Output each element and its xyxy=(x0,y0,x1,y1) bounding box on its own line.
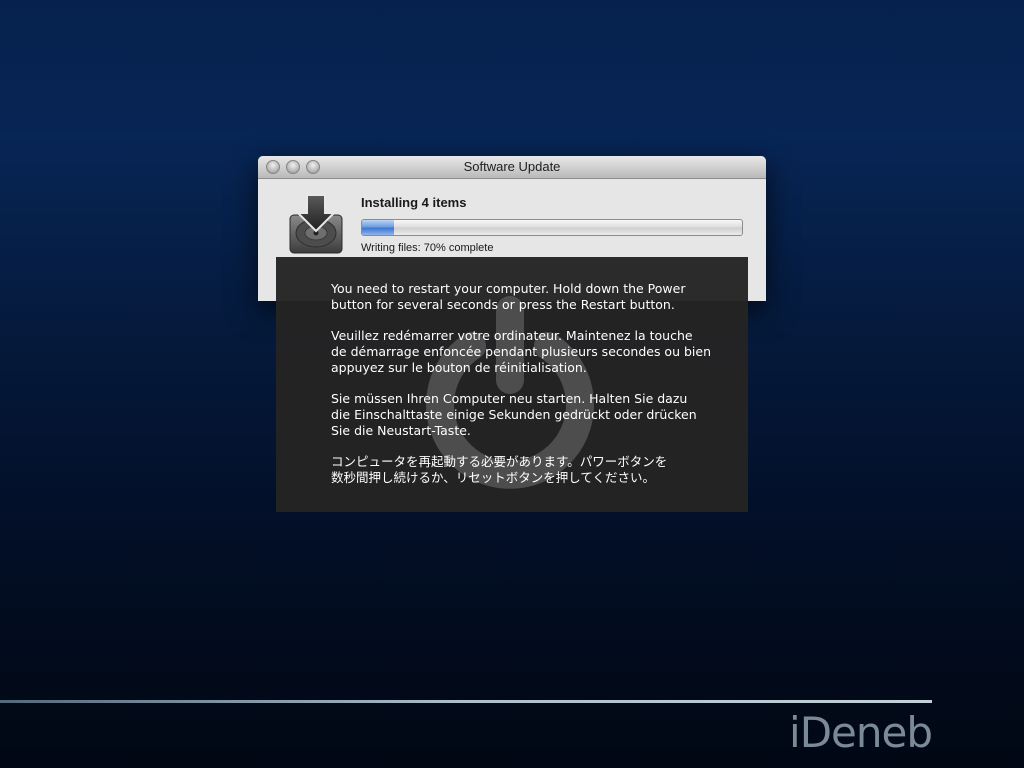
restart-message-german: Sie müssen Ihren Computer neu starten. H… xyxy=(331,391,697,438)
hard-disk-download-icon xyxy=(289,194,343,254)
window-title: Software Update xyxy=(463,159,561,174)
divider-line xyxy=(0,700,932,703)
ideneb-logo: iDeneb xyxy=(789,708,933,757)
progress-bar xyxy=(361,219,743,236)
restart-message: You need to restart your computer. Hold … xyxy=(331,281,731,501)
progress-bar-fill xyxy=(362,220,394,235)
window-titlebar[interactable]: Software Update xyxy=(258,156,766,179)
restart-message-french: Veuillez redémarrer votre ordinateur. Ma… xyxy=(331,328,711,375)
restart-required-panel: You need to restart your computer. Hold … xyxy=(276,257,748,512)
installing-label: Installing 4 items xyxy=(361,195,467,210)
restart-message-english: You need to restart your computer. Hold … xyxy=(331,281,686,312)
restart-message-japanese: コンピュータを再起動する必要があります。パワーボタンを 数秒間押し続けるか、リセ… xyxy=(331,454,668,485)
progress-status: Writing files: 70% complete xyxy=(361,242,494,254)
